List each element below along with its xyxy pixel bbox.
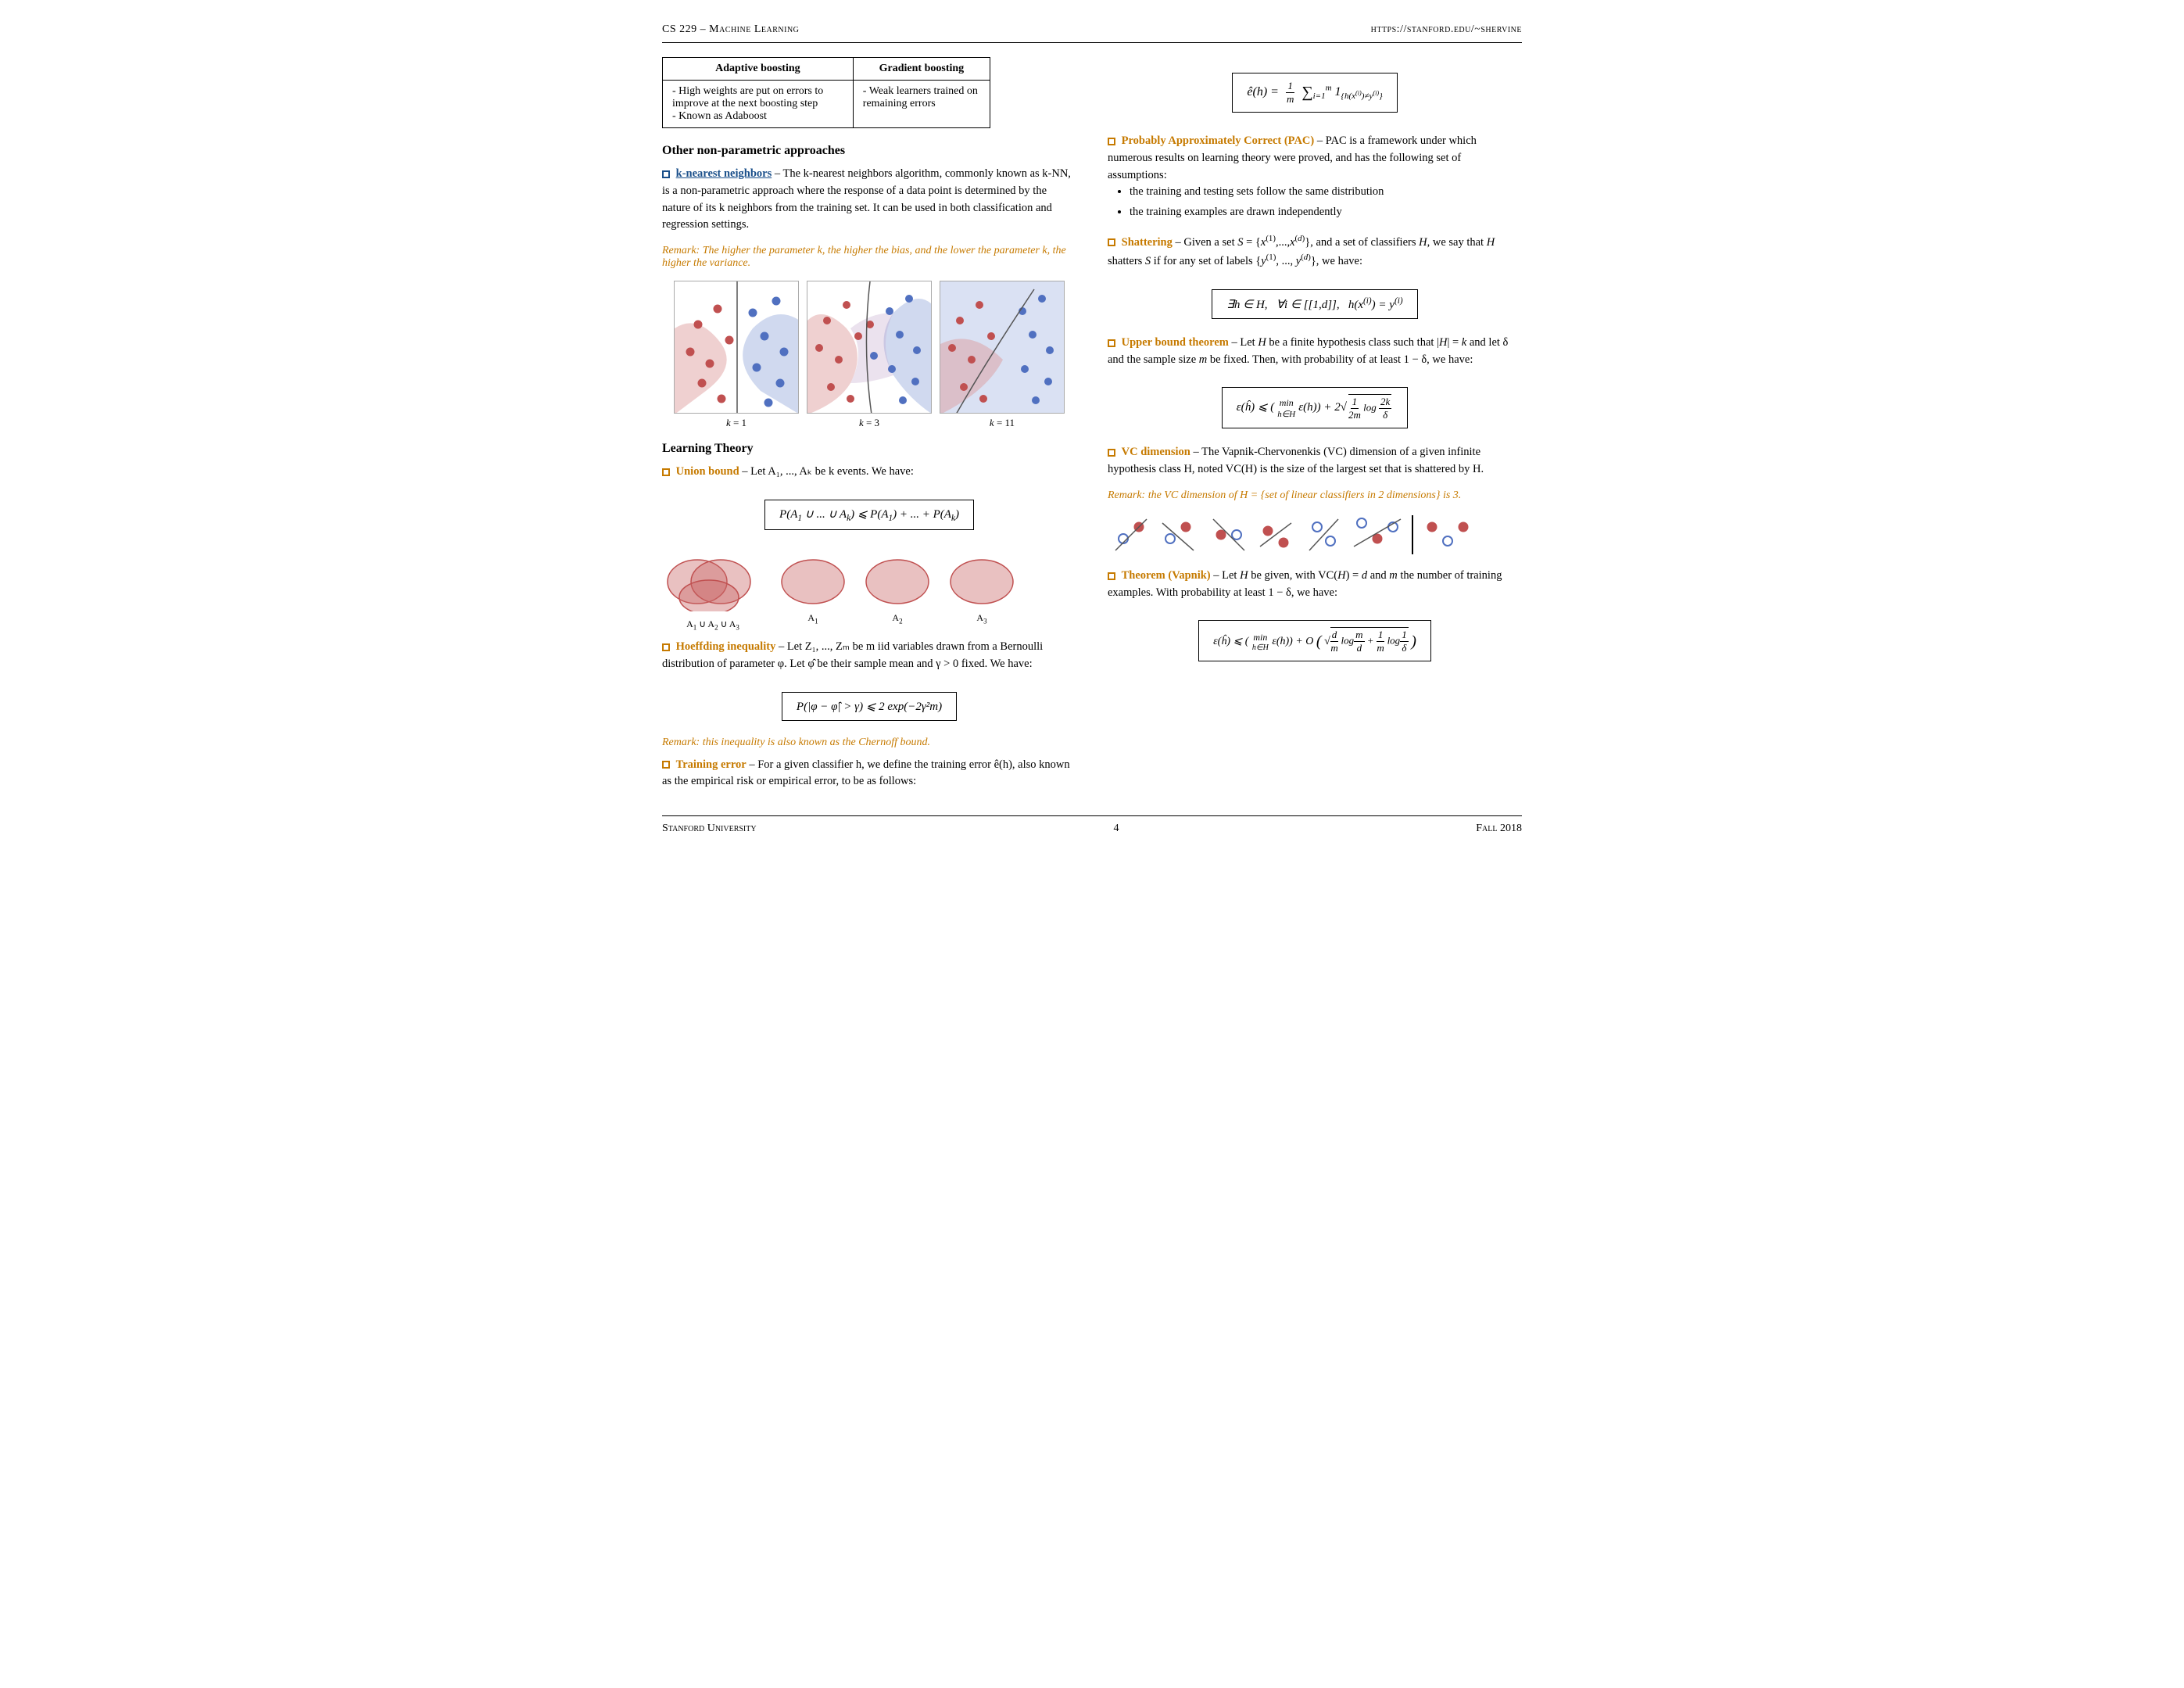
- union-bound-title: Union bound: [676, 465, 739, 478]
- knn-remark: Remark: The higher the parameter k, the …: [662, 245, 1076, 270]
- upper-bound-formula: ε(ĥ) ⩽ ( min h∈H ε(h)) + 2√ 12m log 2kδ: [1237, 401, 1394, 414]
- knn-definition: k-nearest neighbors – The k-nearest neig…: [662, 166, 1076, 234]
- knn-diagram-row: k = 1: [662, 281, 1076, 429]
- shattering-square-icon: [1108, 238, 1115, 246]
- vc-dimension-square-icon: [1108, 449, 1115, 457]
- hoeffding-title: Hoeffding inequality: [676, 640, 776, 653]
- a2-svg: [862, 554, 933, 605]
- table-col1-content: - High weights are put on errors to impr…: [663, 81, 854, 128]
- upper-bound-square-icon: [1108, 339, 1115, 347]
- vapnik-square-icon: [1108, 572, 1115, 580]
- training-formula-box: ê(h) = 1m ∑i=1m 1{h(x(i))≠y(i)}: [1232, 73, 1397, 113]
- knn-svg-k3: [807, 281, 932, 414]
- a3-label: A3: [947, 612, 1017, 625]
- hoeffding-formula-box: P(|φ − φ̂| > γ) ⩽ 2 exp(−2γ²m): [782, 692, 957, 721]
- footer-right: Fall 2018: [1476, 822, 1522, 835]
- union-bound-square-icon: [662, 468, 670, 476]
- union-bound-definition: Union bound – Let A₁, ..., Aₖ be k event…: [662, 464, 1076, 481]
- vapnik-formula-container: ε(ĥ) ⩽ ( min h∈H ε(h)) + O ( √ dm l: [1108, 612, 1522, 669]
- pac-bullet-2: the training examples are drawn independ…: [1130, 204, 1522, 221]
- knn-canvas-k3: [807, 281, 932, 414]
- pac-title: Probably Approximately Correct (PAC): [1122, 134, 1315, 147]
- union-ellipse-label: A1 ∪ A2 ∪ A3: [662, 618, 764, 631]
- knn-label-k3: k = 3: [807, 417, 932, 429]
- knn-square-icon: [662, 170, 670, 178]
- training-formula: ê(h) = 1m ∑i=1m 1{h(x(i))≠y(i)}: [1247, 85, 1382, 99]
- hoeffding-remark: Remark: this inequality is also known as…: [662, 736, 1076, 749]
- section-nonparametric-heading: Other non-parametric approaches: [662, 144, 1076, 158]
- right-column: ê(h) = 1m ∑i=1m 1{h(x(i))≠y(i)} Probably…: [1108, 57, 1522, 801]
- knn-panel-k3: k = 3: [807, 281, 932, 429]
- left-column: Adaptive boosting Gradient boosting - Hi…: [662, 57, 1076, 801]
- knn-canvas-k1: [674, 281, 799, 414]
- a1-svg: [778, 554, 848, 605]
- page: CS 229 – Machine Learning https://stanfo…: [623, 0, 1561, 851]
- union-diagram: A1 ∪ A2 ∪ A3 A1 A2: [662, 549, 1076, 631]
- knn-title: k-nearest neighbors: [676, 167, 772, 180]
- union-formula-container: P(A1 ∪ ... ∪ Ak) ⩽ P(A1) + ... + P(Ak): [662, 492, 1076, 538]
- vapnik-definition: Theorem (Vapnik) – Let H be given, with …: [1108, 568, 1522, 602]
- table-col1-header: Adaptive boosting: [663, 58, 854, 81]
- shattering-formula: ∃h ∈ H, ∀i ∈ [[1,d]], h(x(i)) = y(i): [1226, 299, 1402, 311]
- hoeffding-formula-container: P(|φ − φ̂| > γ) ⩽ 2 exp(−2γ²m): [662, 684, 1076, 729]
- union-bound-text: – Let A₁, ..., Aₖ be k events. We have:: [742, 465, 914, 478]
- vc-remark: Remark: the VC dimension of H = {set of …: [1108, 489, 1522, 502]
- upper-bound-formula-container: ε(ĥ) ⩽ ( min h∈H ε(h)) + 2√ 12m log 2kδ: [1108, 379, 1522, 436]
- vc-dots-visualization: [1108, 511, 1522, 558]
- table-col2-header: Gradient boosting: [853, 58, 990, 81]
- training-error-square-icon: [662, 761, 670, 769]
- hoeffding-square-icon: [662, 643, 670, 651]
- page-footer: Stanford University 4 Fall 2018: [662, 815, 1522, 835]
- vc-dimension-definition: VC dimension – The Vapnik-Chervonenkis (…: [1108, 444, 1522, 478]
- pac-square-icon: [1108, 138, 1115, 145]
- vapnik-formula-box: ε(ĥ) ⩽ ( min h∈H ε(h)) + O ( √ dm l: [1198, 620, 1431, 661]
- knn-label-k11: k = 11: [940, 417, 1065, 429]
- knn-panel-k1: k = 1: [674, 281, 799, 429]
- hoeffding-formula: P(|φ − φ̂| > γ) ⩽ 2 exp(−2γ²m): [797, 701, 942, 713]
- header-right: https://stanford.edu/~shervine: [1371, 23, 1522, 36]
- union-formula: P(A1 ∪ ... ∪ Ak) ⩽ P(A1) + ... + P(Ak): [779, 508, 959, 521]
- union-ellipse-a2: A2: [862, 554, 933, 625]
- knn-panel-k11: k = 11: [940, 281, 1065, 429]
- a2-label: A2: [862, 612, 933, 625]
- a3-svg: [947, 554, 1017, 605]
- hoeffding-definition: Hoeffding inequality – Let Z₁, ..., Zₘ b…: [662, 639, 1076, 673]
- upper-bound-definition: Upper bound theorem – Let H be a finite …: [1108, 335, 1522, 369]
- footer-left: Stanford University: [662, 822, 757, 835]
- union-formula-box: P(A1 ∪ ... ∪ Ak) ⩽ P(A1) + ... + P(Ak): [764, 500, 974, 530]
- boosting-table: Adaptive boosting Gradient boosting - Hi…: [662, 57, 990, 128]
- shattering-definition: Shattering – Given a set S = {x(1),...,x…: [1108, 232, 1522, 271]
- footer-center: 4: [1113, 822, 1119, 835]
- knn-label-k1: k = 1: [674, 417, 799, 429]
- shattering-formula-container: ∃h ∈ H, ∀i ∈ [[1,d]], h(x(i)) = y(i): [1108, 281, 1522, 327]
- training-error-definition: Training error – For a given classifier …: [662, 757, 1076, 791]
- a1-label: A1: [778, 612, 848, 625]
- knn-svg-k1: [675, 281, 799, 414]
- pac-definition: Probably Approximately Correct (PAC) – P…: [1108, 133, 1522, 221]
- union-ellipse-a1: A1: [778, 554, 848, 625]
- section-learning-theory-heading: Learning Theory: [662, 442, 1076, 456]
- page-header: CS 229 – Machine Learning https://stanfo…: [662, 23, 1522, 43]
- table-col2-content: - Weak learners trained on remaining err…: [853, 81, 990, 128]
- pac-bullet-1: the training and testing sets follow the…: [1130, 184, 1522, 201]
- union-ellipse-group: A1 ∪ A2 ∪ A3: [662, 549, 764, 631]
- knn-svg-k11: [940, 281, 1065, 414]
- vapnik-title: Theorem (Vapnik): [1122, 569, 1211, 582]
- shattering-formula-box: ∃h ∈ H, ∀i ∈ [[1,d]], h(x(i)) = y(i): [1212, 289, 1417, 319]
- upper-bound-formula-box: ε(ĥ) ⩽ ( min h∈H ε(h)) + 2√ 12m log 2kδ: [1222, 387, 1409, 428]
- union-ellipses-svg: [662, 549, 764, 611]
- vapnik-formula: ε(ĥ) ⩽ ( min h∈H ε(h)) + O ( √ dm l: [1213, 636, 1416, 647]
- shattering-title: Shattering: [1122, 236, 1173, 249]
- upper-bound-title: Upper bound theorem: [1122, 336, 1229, 349]
- vc-dimension-title: VC dimension: [1122, 446, 1190, 458]
- header-left: CS 229 – Machine Learning: [662, 23, 799, 36]
- main-content: Adaptive boosting Gradient boosting - Hi…: [662, 57, 1522, 801]
- vc-dots-svg: [1108, 511, 1514, 558]
- pac-bullets: the training and testing sets follow the…: [1130, 184, 1522, 221]
- union-ellipse-a3: A3: [947, 554, 1017, 625]
- training-formula-container: ê(h) = 1m ∑i=1m 1{h(x(i))≠y(i)}: [1108, 65, 1522, 120]
- knn-canvas-k11: [940, 281, 1065, 414]
- training-error-title: Training error: [676, 758, 746, 771]
